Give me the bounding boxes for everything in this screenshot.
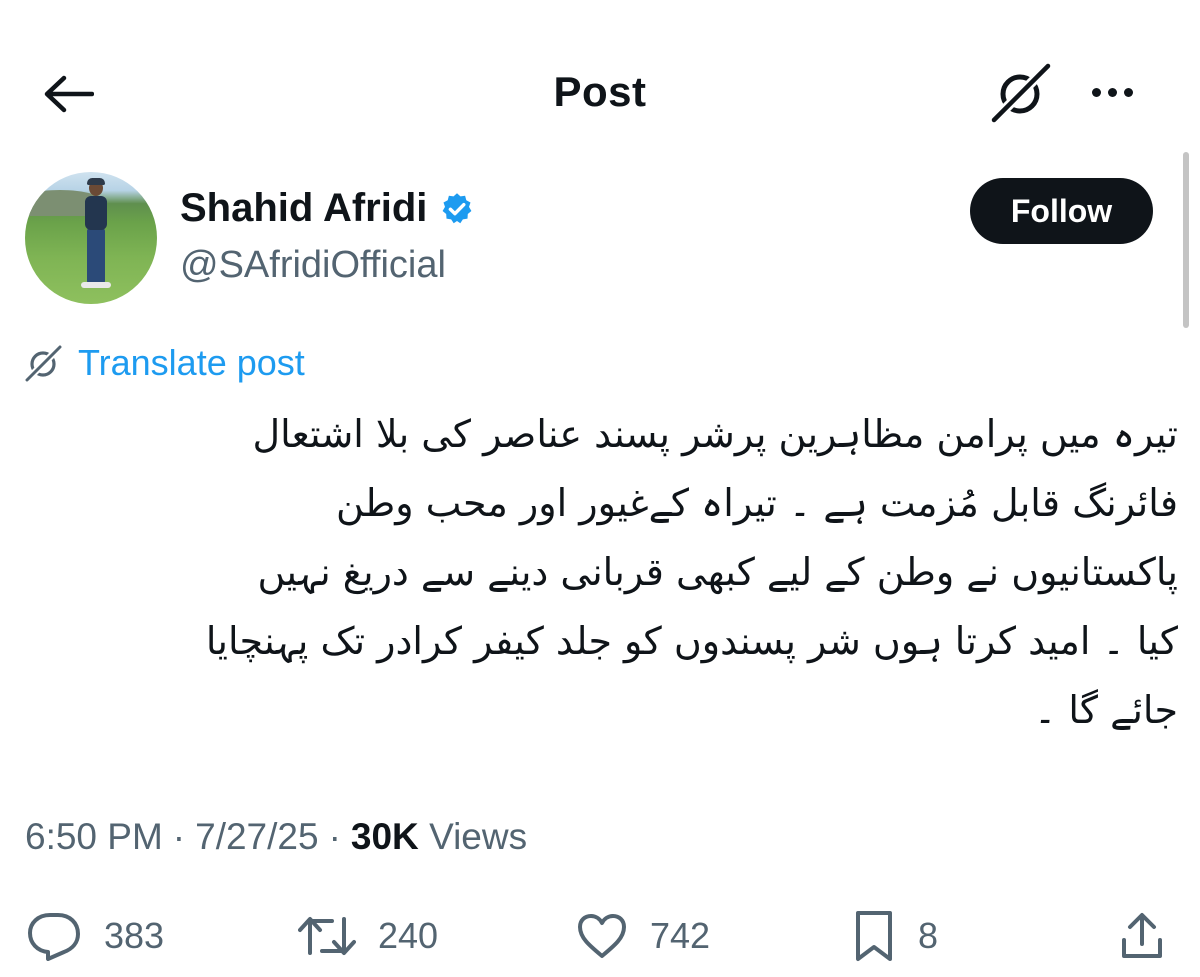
post-text: تیرہ میں پرامن مظاہرین پرشر پسند عناصر ک… [30,400,1178,745]
scrollbar[interactable] [1183,152,1189,328]
bookmark-button[interactable]: 8 [852,906,938,966]
verified-badge-icon[interactable] [439,191,475,227]
repost-count: 240 [378,915,439,956]
translate-post-link[interactable]: Translate post [24,342,305,384]
avatar-figure-legs [87,228,105,284]
post-time[interactable]: 6:50 PM [25,816,163,858]
reply-icon [28,913,80,961]
grok-button[interactable] [990,60,1054,124]
share-icon [1122,913,1162,958]
author-name[interactable]: Shahid Afridi [180,186,427,231]
meta-separator: · [172,816,186,857]
more-horizontal-icon [1091,87,1101,97]
repost-button[interactable]: 240 [298,906,438,966]
avatar-figure-torso [85,196,107,230]
bookmark-count: 8 [918,915,939,956]
avatar[interactable] [25,172,157,304]
post-text-line: پاکستانیوں نے وطن کے لیے کبھی قربانی دین… [257,550,1178,594]
translate-label[interactable]: Translate post [78,342,305,384]
heart-icon [578,914,626,958]
post-text-line: فائرنگ قابل مُزمت ہے ۔ تیراہ کےغیور اور … [336,481,1178,525]
reply-count: 383 [104,915,165,956]
reply-button[interactable]: 383 [26,906,164,966]
views-label[interactable]: Views [429,816,527,857]
author-name-row[interactable]: Shahid Afridi [180,186,475,231]
avatar-figure-cap [87,178,105,185]
avatar-figure-shoes [81,282,111,288]
grok-icon [990,61,1053,124]
more-dot [1123,87,1133,97]
top-bar: Post [0,52,1200,132]
follow-button[interactable]: Follow [970,178,1153,244]
like-count: 742 [650,915,711,956]
post-text-line: جائے گا ۔ [1033,688,1178,732]
more-options-button[interactable] [1080,70,1144,114]
post-text-line: تیرہ میں پرامن مظاہرین پرشر پسند عناصر ک… [252,412,1178,456]
more-dot [1107,87,1117,97]
post-meta: 6:50 PM · 7/27/25 · 30K Views [25,816,527,858]
grok-icon [24,343,64,383]
like-button[interactable]: 742 [576,906,710,966]
meta-separator: · [328,816,341,857]
post-text-line: کیا ۔ امید کرتا ہوں شر پسندوں کو جلد کیف… [205,619,1178,663]
post-page: Post Shahid Afridi @SAfridiOfficial Foll… [0,0,1200,977]
repost-icon [298,917,356,955]
author-handle[interactable]: @SAfridiOfficial [180,244,446,287]
action-bar: 383 240 742 8 [0,906,1200,966]
share-button[interactable] [1118,906,1166,966]
bookmark-icon [856,911,892,961]
views-count[interactable]: 30K [351,816,419,857]
post-date[interactable]: 7/27/25 [195,816,318,858]
